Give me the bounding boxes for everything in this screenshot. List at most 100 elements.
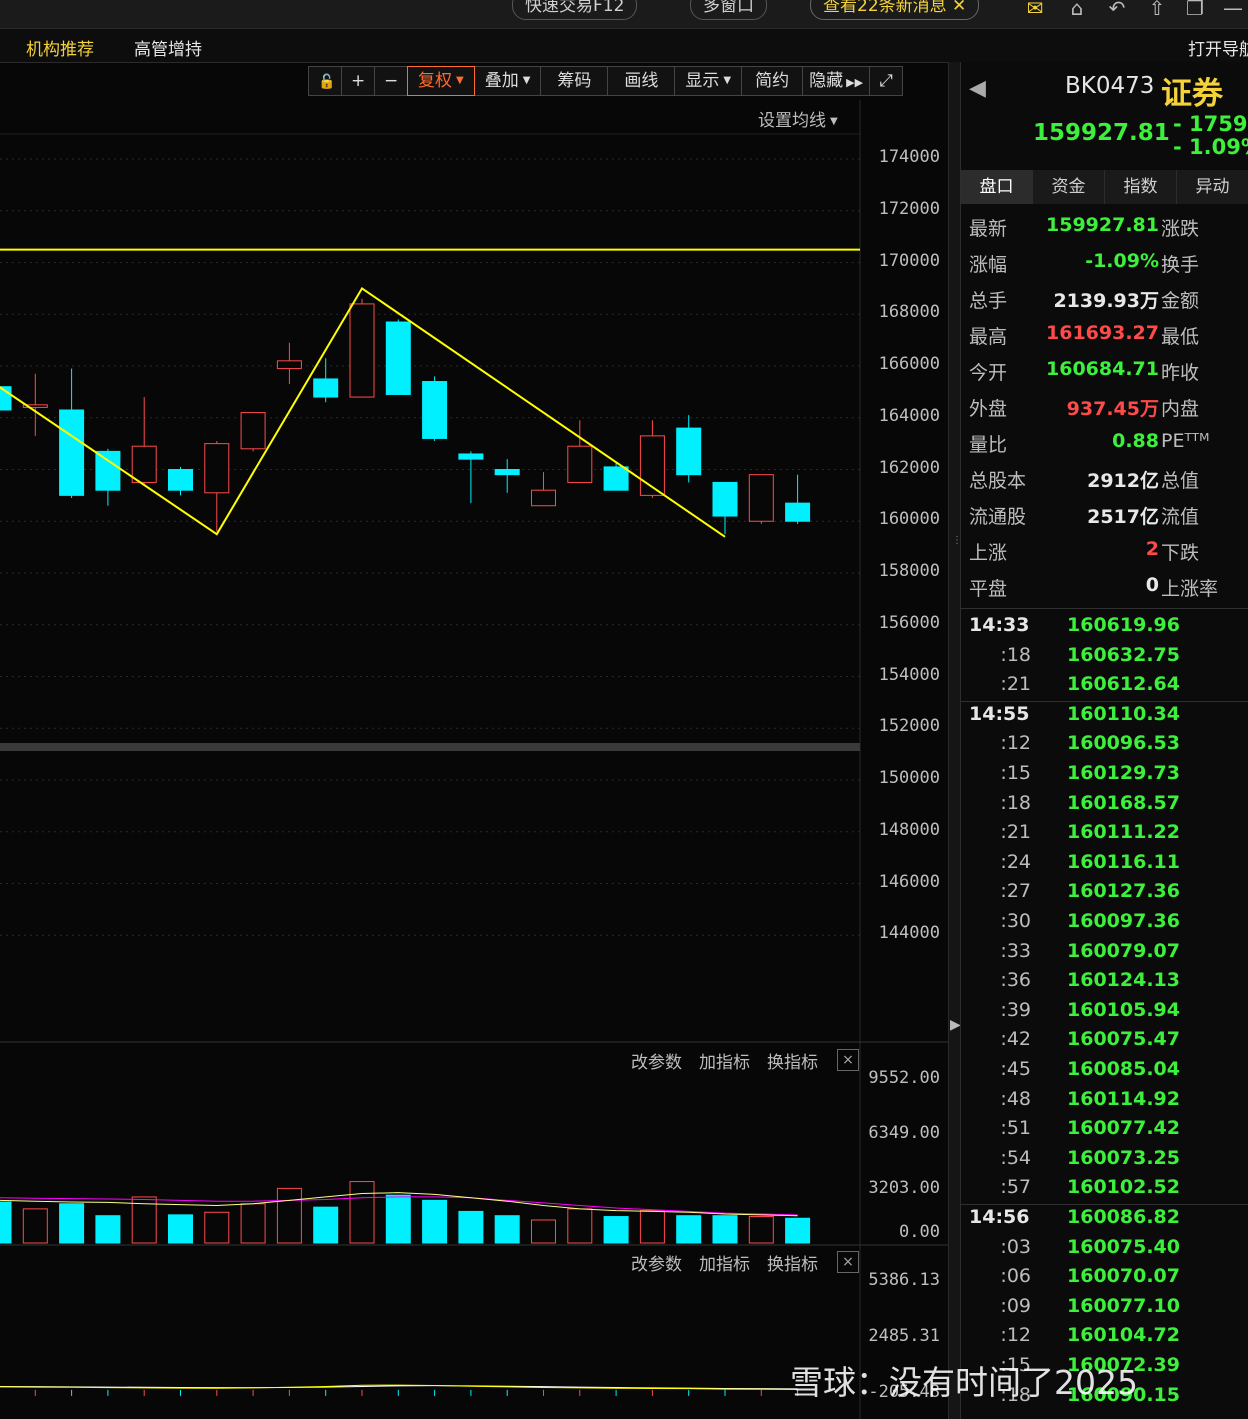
tick-divider [961, 700, 1248, 702]
kline-chart[interactable] [0, 100, 948, 1419]
tick-price: 160168.57 [1067, 791, 1180, 814]
volume-bar [240, 1203, 266, 1244]
candle-body [531, 489, 556, 507]
quote-row: 外盘 937.45万 内盘 [969, 394, 1248, 424]
volume-bar [422, 1199, 448, 1244]
quote-value: 160684.71 [1046, 358, 1159, 380]
candle-body [313, 378, 339, 398]
tick-time: :06 [1000, 1265, 1031, 1288]
zoom-in-button[interactable]: + [341, 66, 375, 96]
volume-bar [712, 1215, 738, 1244]
quote-label: 流通股 [969, 506, 1027, 528]
volume-bar [349, 1181, 375, 1244]
fullscreen-button[interactable]: ⤢ [869, 66, 904, 96]
minimize-icon[interactable]: — [1220, 0, 1246, 22]
tick-price: 160619.96 [1067, 614, 1180, 636]
tick-time: :15 [1000, 762, 1031, 784]
lock-button[interactable]: 🔓 [308, 66, 342, 96]
nav-item-institution[interactable]: 机构推荐 [26, 35, 94, 60]
display-label: 显示 [685, 71, 720, 91]
tick-time: :03 [1000, 1235, 1031, 1258]
volume-add-indicator-button[interactable]: 加指标 [699, 1048, 750, 1073]
simple-button[interactable]: 简约 [741, 66, 804, 96]
overlay-button[interactable]: 叠加 ▼ [473, 66, 542, 96]
tab-anomaly[interactable]: 异动 [1177, 170, 1248, 204]
tick-time: :21 [1000, 673, 1031, 696]
quote-label: 今开 [969, 362, 1008, 384]
quote-value: 161693.27 [1046, 322, 1159, 344]
overlay-label: 叠加 [484, 71, 519, 91]
close-icon[interactable]: ✕ [952, 0, 966, 16]
tick-price: 160070.07 [1067, 1265, 1180, 1288]
volume-bar [531, 1219, 556, 1244]
volume-switch-indicator-button[interactable]: 换指标 [767, 1048, 818, 1073]
tick-time: :57 [1000, 1176, 1031, 1199]
tick-price: 160096.53 [1067, 732, 1180, 755]
chips-button[interactable]: 筹码 [540, 66, 609, 96]
fuquan-label: 复权 [418, 71, 452, 91]
quote-label-secondary: PEᵀᵀᴹ [1161, 430, 1210, 452]
volume-params-button[interactable]: 改参数 [631, 1048, 682, 1073]
quote-row: 涨幅 -1.09% 换手 [969, 250, 1248, 280]
indicator-params-button[interactable]: 改参数 [631, 1250, 682, 1275]
upload-icon[interactable]: ⇧ [1144, 0, 1170, 22]
candle-body [676, 427, 702, 476]
tab-index[interactable]: 指数 [1105, 170, 1177, 204]
tick-time: :36 [1000, 969, 1031, 992]
news-button[interactable]: 查看22条新消息 ✕ [810, 0, 980, 20]
top-strip: 快速交易F12 多窗口 查看22条新消息 ✕ ✉ ⌂ ↶ ⇧ ❐ — [0, 0, 1248, 29]
indicator-add-button[interactable]: 加指标 [699, 1250, 750, 1275]
tick-price: 160075.40 [1067, 1235, 1180, 1258]
quote-label: 平盘 [969, 578, 1008, 600]
hide-button[interactable]: 隐藏 ▶▶ [802, 66, 871, 96]
tab-order-book[interactable]: 盘口 [961, 170, 1033, 204]
volume-bar [458, 1210, 484, 1244]
quote-value: 2 [1145, 538, 1159, 560]
back-icon[interactable]: ↶ [1104, 0, 1130, 22]
quote-label-secondary: 上涨率 [1161, 578, 1219, 600]
tick-price: 160079.07 [1067, 939, 1180, 962]
tick-price: 160073.25 [1067, 1146, 1180, 1169]
tick-price: 160110.34 [1067, 702, 1180, 725]
tick-time: :51 [1000, 1117, 1031, 1140]
volume-bar [95, 1215, 121, 1244]
candle-body [168, 469, 193, 491]
draw-line-button[interactable]: 画线 [607, 66, 676, 96]
quote-label-secondary: 下跌 [1161, 542, 1200, 564]
quote-row: 今开 160684.71 昨收 [969, 358, 1248, 388]
multi-window-button[interactable]: 多窗口 [690, 0, 767, 20]
quote-label: 最高 [969, 326, 1008, 348]
tick-time: :42 [1000, 1028, 1031, 1051]
chart-toolbar: 🔓 + − 复权 ▼ 叠加 ▼ 筹码 画线 显示 ▼ 简约 隐藏 ▶▶ ⤢ [308, 66, 904, 96]
indicator-tick-label: 5386.13 [868, 1270, 940, 1290]
window-icon[interactable]: ❐ [1182, 0, 1208, 22]
tick-time: :24 [1000, 850, 1031, 873]
fuquan-button[interactable]: 复权 ▼ [407, 66, 475, 96]
prev-arrow-icon[interactable]: ◀ [969, 76, 986, 101]
candle-body [494, 469, 520, 476]
tick-time: :48 [1000, 1087, 1031, 1110]
nav-item-insider[interactable]: 高管增持 [134, 35, 202, 60]
tick-time: :09 [1000, 1294, 1031, 1317]
volume-bar [22, 1208, 48, 1244]
quote-value: 2139.93万 [1053, 290, 1159, 312]
chart-area[interactable]: 设置均线 ▼ 174000 172000 170000 168000 166000 1640… [0, 100, 948, 1419]
quote-value: 2517亿 [1087, 506, 1159, 528]
nav-open-guide[interactable]: 打开导航 [1188, 35, 1248, 60]
candle-body [748, 474, 774, 522]
zoom-out-button[interactable]: − [374, 66, 408, 96]
quote-label: 总手 [969, 290, 1008, 312]
tick-price: 160116.11 [1067, 850, 1180, 873]
quote-row: 量比 0.88 PEᵀᵀᴹ [969, 430, 1248, 460]
indicator-switch-button[interactable]: 换指标 [767, 1250, 818, 1275]
home-icon[interactable]: ⌂ [1064, 0, 1090, 22]
price-tick-label: 166000 [878, 354, 940, 374]
display-button[interactable]: 显示 ▼ [674, 66, 743, 96]
volume-bar [639, 1210, 665, 1244]
tick-price: 160612.64 [1067, 673, 1180, 696]
price-tick-label: 158000 [878, 561, 940, 581]
tab-funds[interactable]: 资金 [1033, 170, 1105, 204]
quick-trade-button[interactable]: 快速交易F12 [512, 0, 638, 20]
mail-icon[interactable]: ✉ [1022, 0, 1048, 22]
stock-code: BK0473 [1065, 73, 1155, 99]
